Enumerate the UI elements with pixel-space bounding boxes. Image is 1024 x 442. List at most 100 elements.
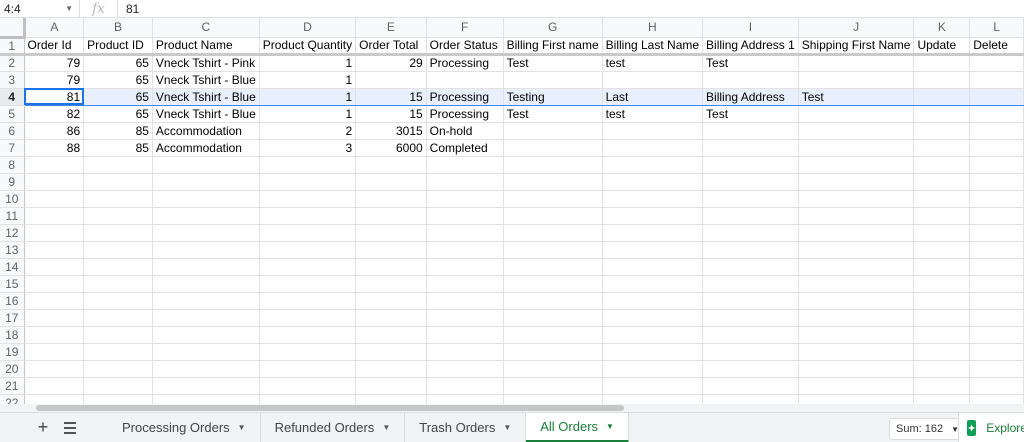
name-box[interactable]: 4:4 ▼ [0,0,80,18]
cell[interactable] [602,309,704,327]
cell[interactable] [259,156,357,174]
cell[interactable] [913,326,971,344]
cell[interactable] [503,292,603,310]
horizontal-scrollbar[interactable] [0,404,1024,412]
cell[interactable] [602,190,704,208]
cell[interactable] [426,275,504,293]
cell[interactable]: Vneck Tshirt - Blue [152,87,260,106]
row-header[interactable]: 1 [0,37,25,56]
cell[interactable] [426,156,504,174]
cell[interactable] [503,224,603,242]
cell[interactable] [602,156,704,174]
row-header[interactable]: 11 [0,207,25,225]
cell[interactable] [702,139,799,157]
row-header[interactable]: 19 [0,343,25,361]
cell[interactable] [913,224,971,242]
cell[interactable]: 1 [259,71,357,89]
cell[interactable] [355,258,427,276]
cell[interactable] [355,241,427,259]
cell[interactable] [798,173,915,191]
cell[interactable] [426,292,504,310]
cell[interactable] [24,190,85,208]
cell[interactable] [83,173,153,191]
cell[interactable]: Shipping First Name [798,37,915,56]
cell[interactable] [152,309,260,327]
spreadsheet-grid[interactable]: ABCDEFGHIJKL 1 Order Id Product ID Product … [0,18,1024,404]
cell[interactable]: Delete [969,37,1024,56]
cell[interactable] [913,54,971,72]
cell[interactable] [83,343,153,361]
cell[interactable] [24,343,85,361]
cell[interactable]: 1 [259,54,357,72]
cell[interactable] [798,326,915,344]
cell[interactable] [969,377,1024,395]
cell[interactable]: 65 [83,105,153,123]
cell[interactable] [426,343,504,361]
row-header[interactable]: 18 [0,326,25,344]
column-header-b[interactable]: B [83,18,153,38]
cell[interactable] [83,258,153,276]
cell[interactable] [83,241,153,259]
cell[interactable] [152,326,260,344]
cell[interactable] [969,156,1024,174]
cell[interactable]: Processing [426,105,504,123]
cell[interactable] [503,275,603,293]
cell[interactable]: Order Total [355,37,427,56]
cell[interactable] [355,190,427,208]
cell[interactable] [798,54,915,72]
cell[interactable] [798,275,915,293]
cell[interactable] [602,122,704,140]
cell[interactable] [355,224,427,242]
cell[interactable] [702,309,799,327]
cell[interactable] [83,190,153,208]
cell[interactable]: Test [503,105,603,123]
row-header[interactable]: 12 [0,224,25,242]
cell[interactable] [259,224,357,242]
cell[interactable] [426,326,504,344]
cell[interactable] [602,292,704,310]
chevron-down-icon[interactable]: ▼ [382,423,390,432]
column-header-k[interactable]: K [913,18,971,38]
cell[interactable] [503,258,603,276]
cell[interactable] [152,377,260,395]
cell[interactable] [503,207,603,225]
cell[interactable]: 1 [259,87,357,106]
cell[interactable] [602,326,704,344]
cell[interactable]: Test [503,54,603,72]
cell[interactable]: 6000 [355,139,427,157]
cell[interactable] [259,241,357,259]
cell[interactable]: Order Id [24,37,85,56]
cell[interactable] [152,343,260,361]
cell[interactable] [913,343,971,361]
row-header[interactable]: 8 [0,156,25,174]
cell[interactable] [152,156,260,174]
cell[interactable] [83,275,153,293]
cell[interactable] [913,377,971,395]
cell[interactable] [426,173,504,191]
column-header-a[interactable]: A [24,18,85,38]
cell[interactable]: Vneck Tshirt - Blue [152,105,260,123]
cell[interactable] [24,377,85,395]
column-header-h[interactable]: H [602,18,704,38]
cell[interactable] [913,190,971,208]
cell[interactable] [969,224,1024,242]
cell[interactable] [426,360,504,378]
cell[interactable] [503,360,603,378]
cell[interactable] [798,105,915,123]
cell[interactable] [913,105,971,123]
cell[interactable] [426,71,504,89]
cell[interactable] [259,309,357,327]
row-header[interactable]: 20 [0,360,25,378]
cell[interactable] [969,394,1024,404]
cell[interactable] [798,241,915,259]
row-header[interactable]: 13 [0,241,25,259]
cell[interactable] [503,343,603,361]
cell[interactable]: Processing [426,54,504,72]
cell[interactable] [24,241,85,259]
cell[interactable] [798,258,915,276]
cell[interactable]: Accommodation [152,122,260,140]
row-header[interactable]: 14 [0,258,25,276]
cell[interactable]: Vneck Tshirt - Pink [152,54,260,72]
cell[interactable] [702,377,799,395]
cell[interactable] [355,292,427,310]
